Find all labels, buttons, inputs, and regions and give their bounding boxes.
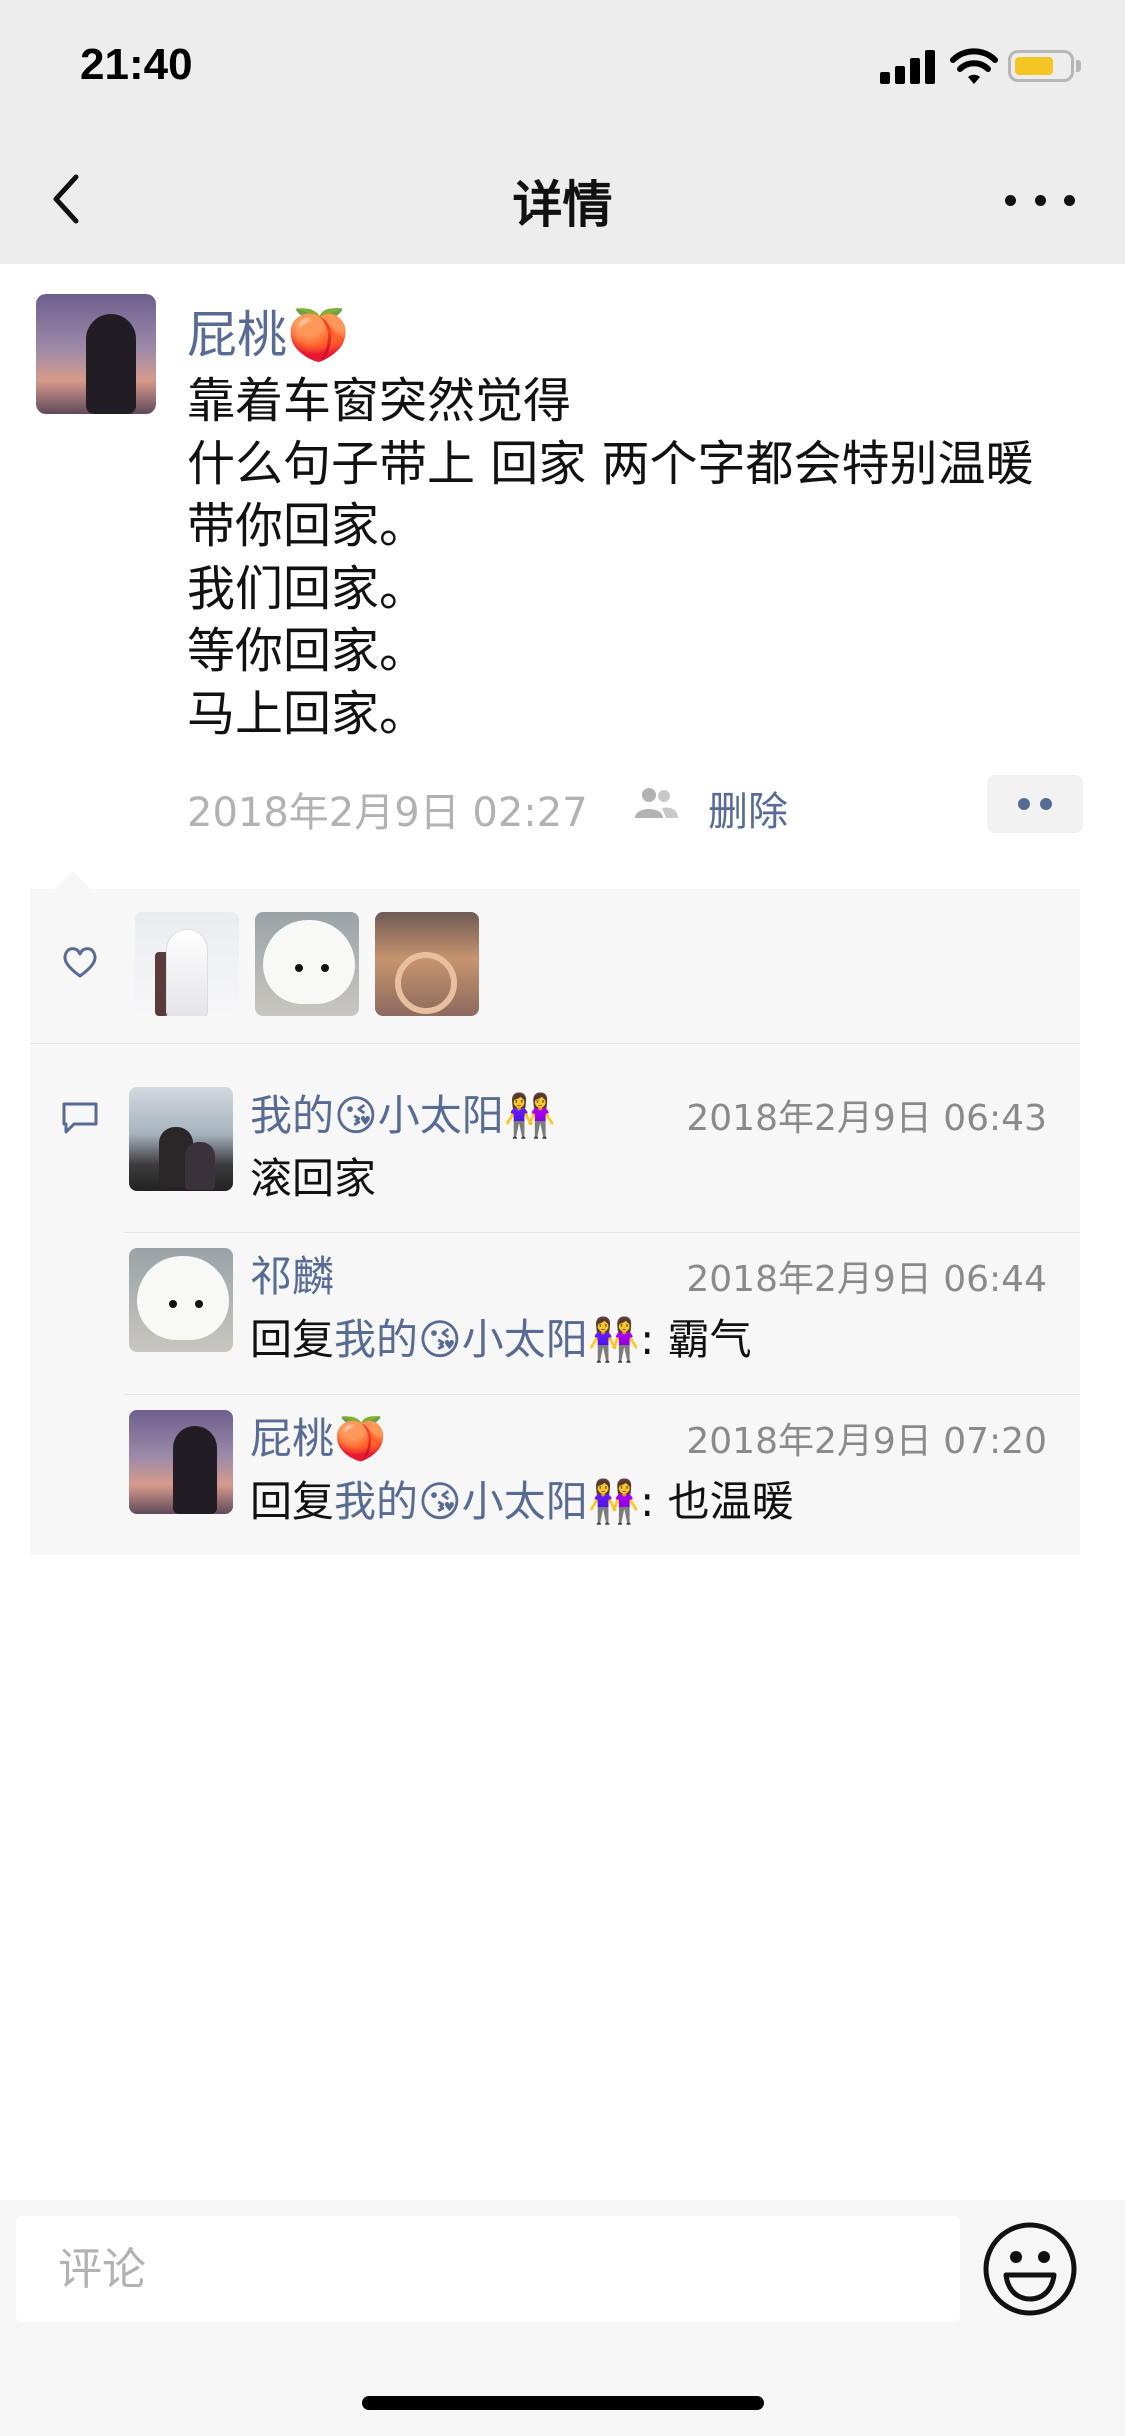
commenter-avatar[interactable] [129, 1087, 233, 1191]
divider [124, 1394, 1080, 1395]
ellipsis-icon [1005, 194, 1016, 206]
battery-cap [1076, 60, 1081, 72]
more-button[interactable] [1005, 180, 1075, 220]
like-comment-action-button[interactable] [987, 775, 1083, 833]
home-indicator[interactable] [362, 2396, 764, 2410]
post-line: 带你回家。 [187, 498, 428, 554]
top-bar: 21:40 详情 [0, 0, 1125, 264]
battery-icon [1008, 50, 1074, 82]
post-line: 等你回家。 [187, 623, 428, 679]
wifi-icon [950, 48, 998, 84]
post-author-name[interactable]: 屁桃🍑 [187, 295, 349, 367]
commenter-name[interactable]: 祁麟 [250, 1243, 334, 1304]
heart-icon [63, 947, 97, 978]
divider [30, 1043, 1080, 1044]
comment-time: 2018年2月9日 06:44 [686, 1259, 1047, 1300]
liker-avatar[interactable] [375, 912, 479, 1016]
commenter-avatar[interactable] [129, 1248, 233, 1352]
comment-input[interactable] [16, 2216, 960, 2322]
comment-text[interactable]: 滚回家 [250, 1145, 376, 1206]
post-line: 靠着车窗突然觉得 [187, 373, 572, 429]
comment-text[interactable]: 回复我的😘小太阳👭: 也温暖 [250, 1468, 794, 1529]
commenter-avatar[interactable] [129, 1410, 233, 1514]
divider [124, 1232, 1080, 1233]
status-time: 21:40 [80, 40, 193, 89]
post-line: 什么句子带上 回家 两个字都会特别温暖 [187, 435, 1034, 492]
post-content: 靠着车窗突然觉得 什么句子带上 回家 两个字都会特别温暖 带你回家。 我们回家。… [187, 370, 1117, 745]
interaction-notch [55, 871, 91, 889]
speech-bubble-icon [62, 1102, 98, 1134]
post-author-avatar[interactable] [36, 294, 156, 414]
liker-avatar[interactable] [135, 912, 239, 1016]
comment-time: 2018年2月9日 07:20 [686, 1421, 1047, 1462]
delete-link[interactable]: 删除 [708, 779, 788, 837]
commenter-name[interactable]: 我的😘小太阳👭 [250, 1082, 556, 1143]
post-timestamp: 2018年2月9日 02:27 [187, 790, 588, 836]
smiley-icon[interactable] [980, 2219, 1080, 2319]
comment-text[interactable]: 回复我的😘小太阳👭: 霸气 [250, 1306, 752, 1367]
cellular-signal-icon [880, 48, 936, 84]
people-icon[interactable] [632, 786, 680, 820]
post-line: 马上回家。 [187, 685, 428, 742]
post-line: 我们回家。 [187, 560, 428, 617]
liker-avatar[interactable] [255, 912, 359, 1016]
commenter-name[interactable]: 屁桃🍑 [250, 1405, 386, 1466]
comment-time: 2018年2月9日 06:43 [686, 1098, 1047, 1139]
page-title: 详情 [512, 176, 613, 234]
